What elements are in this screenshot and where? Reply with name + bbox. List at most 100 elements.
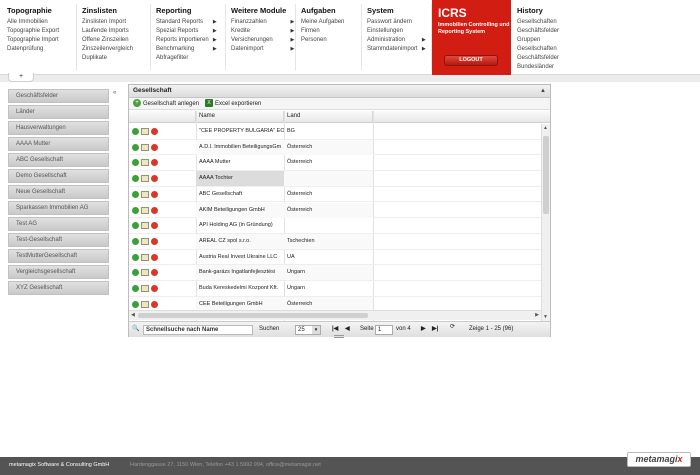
delete-icon[interactable] (151, 143, 158, 151)
delete-icon[interactable] (151, 128, 158, 135)
check-icon[interactable] (132, 206, 139, 214)
sidebar-item[interactable]: Test-Gesellschaft (8, 233, 109, 247)
menu-item[interactable]: Datenprüfung (7, 45, 59, 54)
refresh-icon[interactable]: ⟳ (450, 323, 455, 332)
sidebar-item[interactable]: ABC Gesellschaft (8, 153, 109, 167)
scroll-thumb[interactable] (138, 313, 368, 318)
excel-export-button[interactable]: X Excel exportieren (205, 99, 261, 109)
edit-icon[interactable] (141, 128, 149, 135)
edit-icon[interactable] (141, 222, 149, 230)
menu-item[interactable]: Gruppen (517, 36, 559, 45)
menu-item[interactable]: Alle Immobilien (7, 18, 59, 27)
grid-header-land[interactable]: Land (284, 111, 373, 123)
sidebar-item[interactable]: XYZ Gesellschaft (8, 281, 109, 295)
menu-item[interactable]: Topographie Export (7, 27, 59, 36)
menu-item[interactable]: Versicherungen ▶ (231, 36, 294, 45)
check-icon[interactable] (132, 253, 139, 261)
sidebar-item[interactable]: Hausverwaltungen (8, 121, 109, 135)
sidebar-item[interactable]: TestMutterGesellschaft (8, 249, 109, 263)
menu-item[interactable]: Zinslisten Import (82, 18, 133, 27)
next-page-icon[interactable]: ▶ (421, 325, 426, 334)
menu-item[interactable]: Laufende Imports (82, 27, 133, 36)
page-size-select[interactable]: 25 ▼ (295, 325, 321, 335)
check-icon[interactable] (132, 143, 139, 151)
edit-icon[interactable] (141, 175, 149, 183)
logout-button[interactable]: LOGOUT (444, 55, 498, 66)
edit-icon[interactable] (141, 190, 149, 198)
menu-item[interactable]: Bundesländer (517, 63, 559, 72)
menu-item[interactable]: Stammdatenimport ▶ (367, 45, 426, 54)
menu-item[interactable]: Passwort ändern (367, 18, 418, 27)
table-row[interactable]: AAAA Mutter Österreich (129, 155, 542, 172)
menu-item[interactable]: Geschäftsfelder (517, 27, 559, 36)
menu-item[interactable]: Standard Reports ▶ (156, 18, 217, 27)
menu-item[interactable]: Finanzzahlen ▶ (231, 18, 294, 27)
add-gesellschaft-button[interactable]: + Gesellschaft anlegen (133, 99, 199, 109)
sidebar-item[interactable]: Geschäftsfelder (8, 89, 109, 103)
menu-item[interactable]: Meine Aufgaben (301, 18, 344, 27)
check-icon[interactable] (132, 237, 139, 245)
menu-item[interactable]: Gesellschaften (517, 18, 559, 27)
add-tab-button[interactable]: + (8, 73, 34, 82)
check-icon[interactable] (132, 285, 139, 292)
table-row[interactable]: Austria Real Invest Ukraine LLC UA (129, 250, 542, 266)
scroll-left-icon[interactable]: ◀ (131, 312, 135, 318)
quicksearch-input[interactable]: Schnellsuche nach Name (143, 325, 253, 335)
menu-item[interactable]: Benchmarking ▶ (156, 45, 217, 54)
prev-page-icon[interactable]: ◀ (345, 325, 350, 334)
delete-icon[interactable] (151, 237, 158, 245)
delete-icon[interactable] (151, 300, 158, 308)
sidebar-item[interactable]: Test AG (8, 217, 109, 231)
edit-icon[interactable] (141, 269, 149, 277)
edit-icon[interactable] (141, 253, 149, 261)
grid-horizontal-scrollbar[interactable]: ◀ ▶ (129, 310, 541, 320)
check-icon[interactable] (132, 128, 139, 135)
menu-item[interactable]: Firmen (301, 27, 344, 36)
search-button[interactable]: Suchen (259, 325, 279, 334)
scroll-up-icon[interactable]: ▲ (543, 125, 548, 131)
menu-item[interactable]: Spezial Reports ▶ (156, 27, 217, 36)
page-number-input[interactable]: 1 (375, 325, 393, 335)
check-icon[interactable] (132, 300, 139, 308)
check-icon[interactable] (132, 190, 139, 198)
menu-item[interactable]: Abfragefilter (156, 54, 209, 63)
menu-item[interactable]: Kredite ▶ (231, 27, 294, 36)
sidebar-item[interactable]: AAAA Mutter (8, 137, 109, 151)
sidebar-item[interactable]: Länder (8, 105, 109, 119)
edit-icon[interactable] (141, 159, 149, 167)
delete-icon[interactable] (151, 206, 158, 214)
menu-item[interactable]: Topographie Import (7, 36, 59, 45)
panel-collapse-icon[interactable]: ▲ (540, 85, 546, 97)
delete-icon[interactable] (151, 253, 158, 261)
last-page-icon[interactable]: ▶| (432, 325, 438, 334)
scroll-thumb[interactable] (543, 136, 549, 214)
edit-icon[interactable] (141, 143, 149, 151)
menu-item[interactable]: Personen (301, 36, 344, 45)
check-icon[interactable] (132, 159, 139, 167)
delete-icon[interactable] (151, 269, 158, 277)
edit-icon[interactable] (141, 300, 149, 308)
sidebar-item[interactable]: Sparkassen Immobilien AG (8, 201, 109, 215)
sidebar-collapse-icon[interactable]: « (113, 90, 116, 96)
edit-icon[interactable] (141, 237, 149, 245)
check-icon[interactable] (132, 269, 139, 277)
delete-icon[interactable] (151, 190, 158, 198)
menu-item[interactable]: Datenimport ▶ (231, 45, 294, 54)
table-row[interactable]: API Holding AG (in Gründung) (129, 218, 542, 234)
grid-header-name[interactable]: Name (196, 111, 284, 123)
table-row[interactable]: A.D.I. Immobilien BeteiligungsGm Österrei… (129, 139, 542, 156)
sidebar-item[interactable]: Vergleichsgesellschaft (8, 265, 109, 279)
delete-icon[interactable] (151, 175, 158, 183)
menu-item[interactable]: Administration ▶ (367, 36, 426, 45)
edit-icon[interactable] (141, 285, 149, 292)
check-icon[interactable] (132, 175, 139, 183)
sidebar-item[interactable]: Neue Gesellschaft (8, 185, 109, 199)
table-row[interactable]: ABC Gesellschaft Österreich (129, 187, 542, 203)
grid-vertical-scrollbar[interactable]: ▲ ▼ (541, 124, 550, 321)
sidebar-item[interactable]: Demo Gesellschaft (8, 169, 109, 183)
table-row[interactable]: Buda Kereskedelmi Kozpont Kft. Ungarn (129, 281, 542, 297)
scroll-right-icon[interactable]: ▶ (535, 312, 539, 318)
menu-item[interactable]: Einstellungen (367, 27, 418, 36)
first-page-icon[interactable]: |◀ (332, 325, 338, 334)
table-row[interactable]: AREAL CZ spol s.r.o. Tschechien (129, 233, 542, 250)
